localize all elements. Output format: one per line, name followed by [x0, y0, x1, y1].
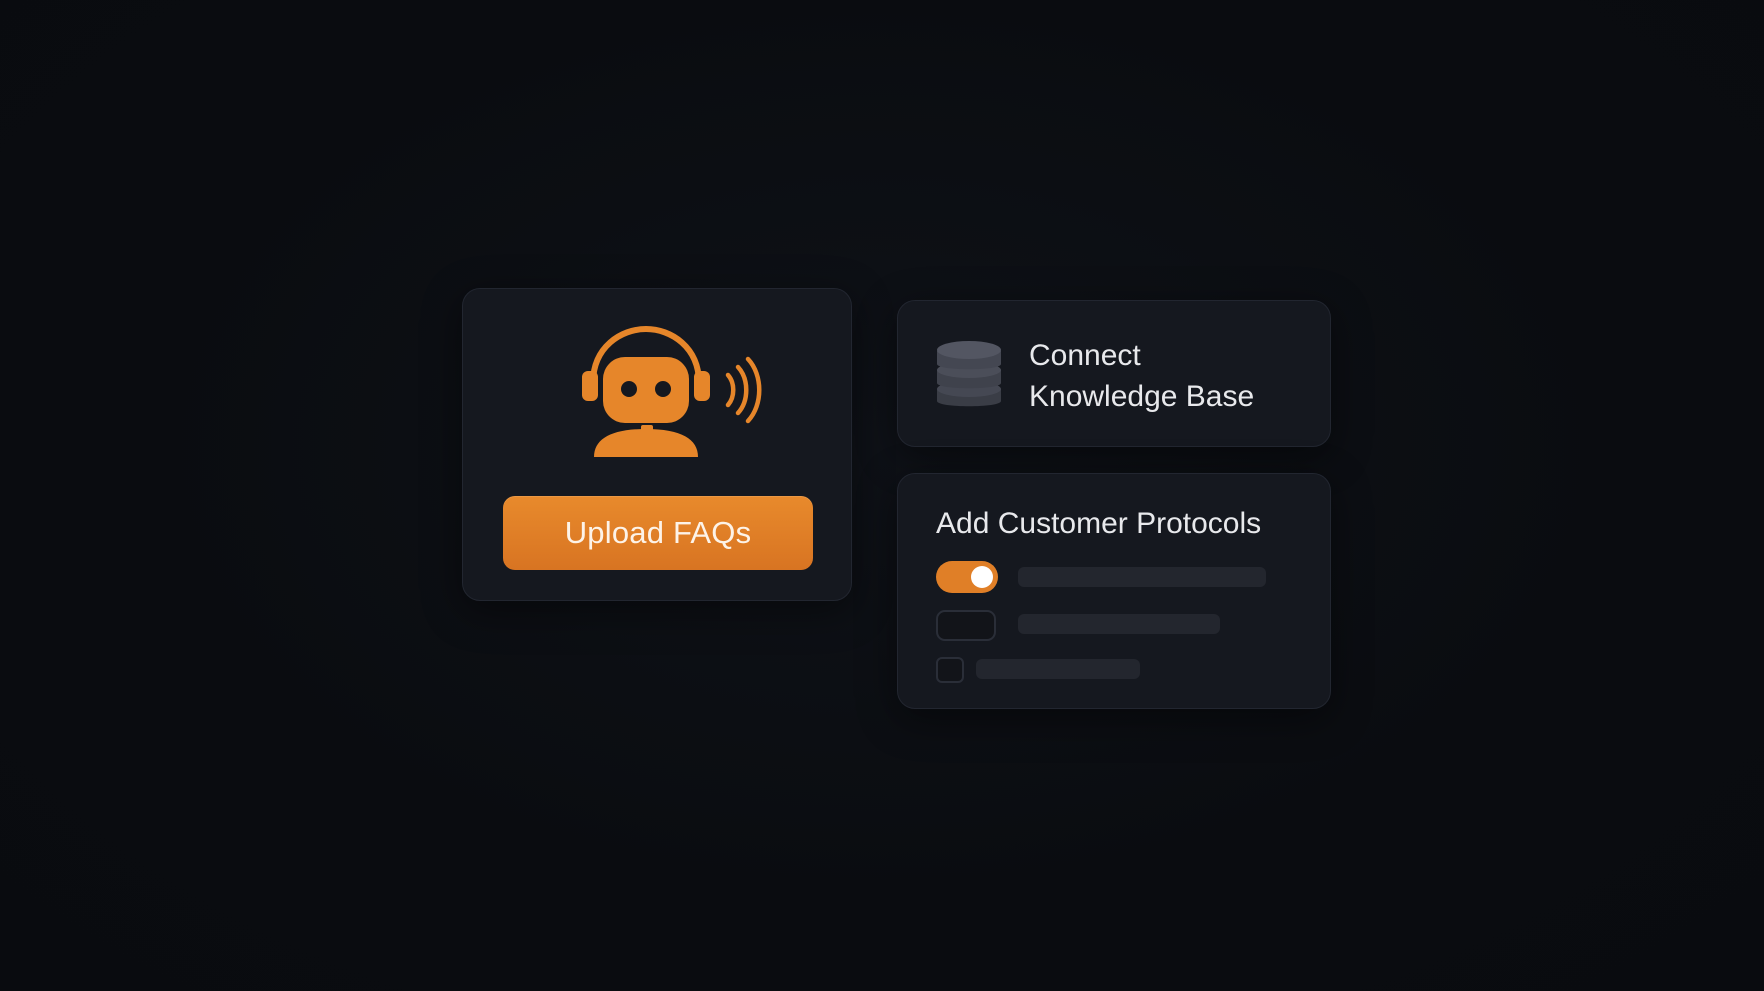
onboarding-stage: Upload FAQs Connect Knowledge Base Add C…	[0, 0, 1764, 991]
knowledge-base-title-line2: Knowledge Base	[1029, 380, 1255, 413]
protocol-checkbox[interactable]	[936, 657, 964, 683]
customer-protocols-card: Add Customer Protocols	[897, 473, 1331, 709]
toggle-knob	[971, 566, 993, 588]
protocols-title: Add Customer Protocols	[936, 507, 1262, 540]
protocol-placeholder-line-3	[976, 659, 1140, 679]
database-icon	[937, 341, 1001, 407]
knowledge-base-title: Connect Knowledge Base	[1029, 335, 1309, 417]
connect-knowledge-base-card[interactable]: Connect Knowledge Base	[897, 300, 1331, 447]
protocol-toggle-off[interactable]	[936, 610, 996, 641]
support-bot-headset-icon	[582, 325, 762, 457]
upload-faqs-button[interactable]: Upload FAQs	[503, 496, 813, 570]
protocol-toggle-on[interactable]	[936, 561, 998, 593]
protocol-placeholder-line-2	[1018, 614, 1220, 634]
knowledge-base-title-line1: Connect	[1029, 339, 1141, 372]
protocol-placeholder-line-1	[1018, 567, 1266, 587]
upload-faqs-card: Upload FAQs	[462, 288, 852, 601]
